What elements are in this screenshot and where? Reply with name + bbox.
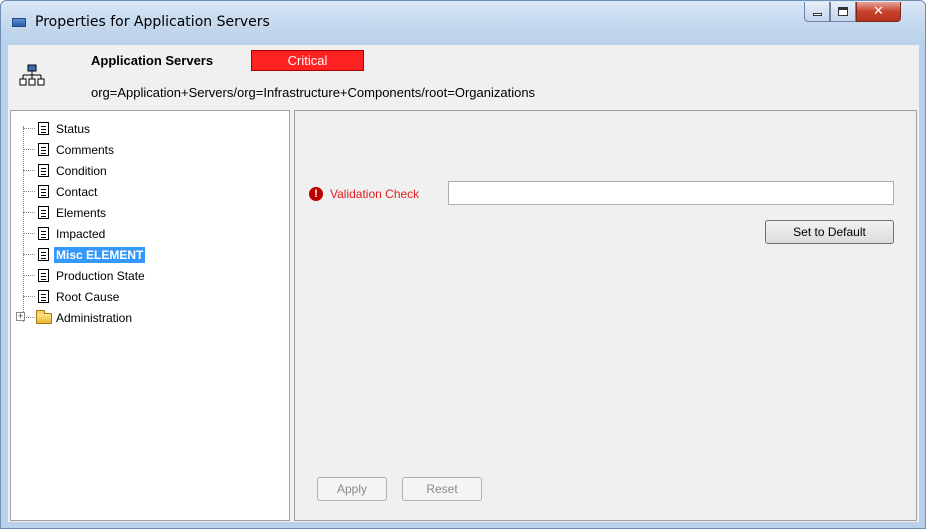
- tree-item-label: Comments: [56, 142, 115, 157]
- minimize-button[interactable]: [804, 2, 830, 22]
- document-icon: [38, 248, 49, 261]
- close-button[interactable]: ✕: [856, 2, 901, 22]
- validation-check-input[interactable]: [448, 181, 894, 205]
- tree-item-label: Administration: [56, 310, 133, 325]
- object-header: Application Servers Critical org=Applica…: [8, 45, 919, 109]
- document-icon: [38, 164, 49, 177]
- tree-item-label: Condition: [56, 163, 107, 178]
- property-detail: ! Validation Check Set to Default Apply …: [294, 110, 917, 521]
- document-icon: [38, 206, 49, 219]
- tree-item-label: Production State: [56, 268, 145, 283]
- validation-check-label: Validation Check: [330, 187, 420, 201]
- object-name: Application Servers: [91, 53, 214, 68]
- reset-button[interactable]: Reset: [402, 477, 482, 501]
- document-icon: [38, 143, 49, 156]
- title-bar[interactable]: Properties for Application Servers ✕: [1, 1, 925, 45]
- window-icon: [12, 18, 26, 27]
- tree-item-label: Elements: [56, 205, 107, 220]
- expand-icon[interactable]: +: [16, 312, 25, 321]
- document-icon: [38, 227, 49, 240]
- document-icon: [38, 290, 49, 303]
- properties-window: Properties for Application Servers ✕ App…: [0, 0, 926, 529]
- hierarchy-icon: [19, 64, 45, 86]
- severity-badge: Critical: [251, 50, 364, 71]
- window-title: Properties for Application Servers: [35, 14, 270, 30]
- tree-item-label: Impacted: [56, 226, 106, 241]
- error-icon: !: [309, 187, 323, 201]
- apply-button[interactable]: Apply: [317, 477, 387, 501]
- minimize-icon: [812, 13, 822, 16]
- object-dn: org=Application+Servers/org=Infrastructu…: [91, 85, 536, 100]
- maximize-icon: [838, 7, 848, 16]
- property-tree[interactable]: Status Comments Condition Contact Elemen: [10, 110, 290, 521]
- document-icon: [38, 185, 49, 198]
- folder-icon: [36, 310, 52, 324]
- dialog-body: Application Servers Critical org=Applica…: [8, 45, 919, 522]
- tree-item-label: Status: [56, 121, 91, 136]
- set-to-default-button[interactable]: Set to Default: [765, 220, 894, 244]
- tree-connector: [23, 126, 24, 322]
- maximize-button[interactable]: [830, 2, 856, 22]
- document-icon: [38, 269, 49, 282]
- tree-item-label: Root Cause: [56, 289, 120, 304]
- tree-item-label: Misc ELEMENT: [54, 246, 146, 263]
- document-icon: [38, 122, 49, 135]
- tree-item-label: Contact: [56, 184, 98, 199]
- close-icon: ✕: [873, 4, 884, 19]
